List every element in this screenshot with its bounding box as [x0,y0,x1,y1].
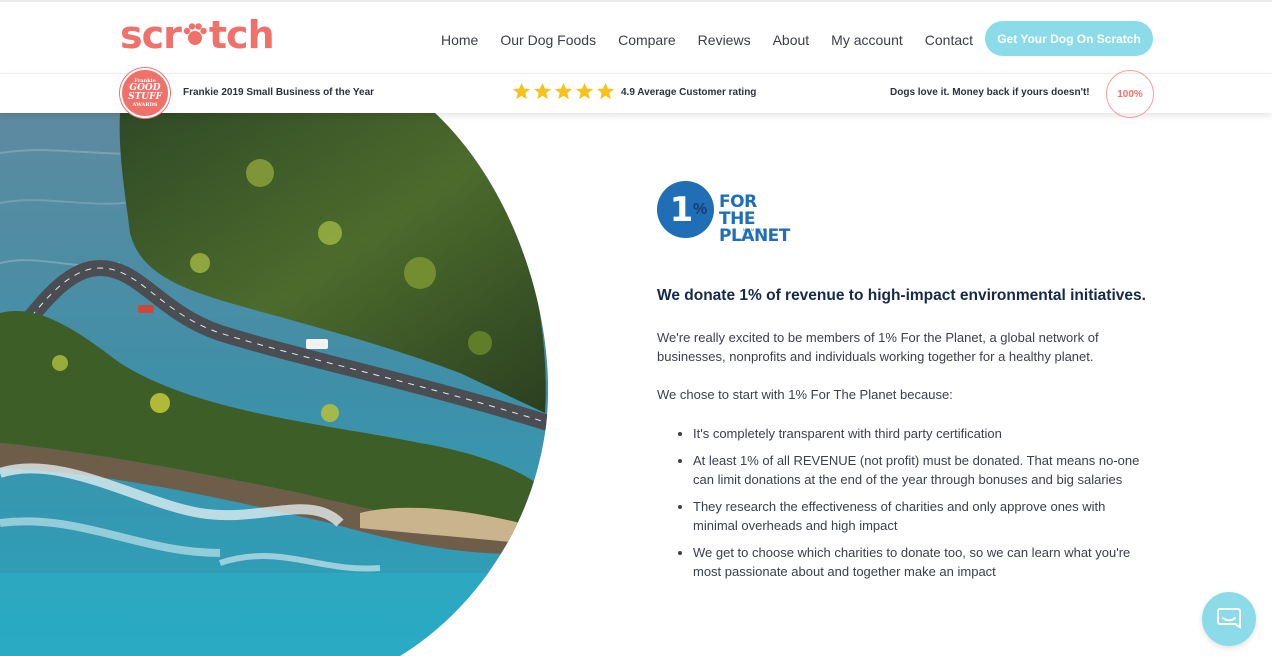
ofp-member: MEMBER [743,227,767,232]
nav-reviews[interactable]: Reviews [687,31,762,49]
section-headline: We donate 1% of revenue to high-impact e… [657,287,1146,304]
nav-compare[interactable]: Compare [607,31,687,49]
nav-contact[interactable]: Contact [914,31,984,49]
list-item: At least 1% of all REVENUE (not profit) … [657,451,1147,489]
intro-paragraph: We're really excited to be members of 1%… [657,330,1099,364]
one-percent-for-the-planet-logo: 1 % FOR THE PLANET MEMBER [657,181,797,245]
star-icon [575,82,594,100]
good-stuff-awards-badge: Frankie GOOD STUFF AWARDS [120,68,170,118]
ofp-number: 1 [669,189,694,230]
paw-icon [183,23,207,45]
star-icon [596,82,615,100]
nav-home[interactable]: Home [430,31,489,49]
guarantee-text: Dogs love it. Money back if yours doesn'… [890,87,1090,98]
reasons-list: It's completely transparent with third p… [657,424,1147,589]
list-item: It's completely transparent with third p… [657,424,1147,443]
ofp-percent: % [693,201,708,218]
money-back-guarantee-stamp: 100% [1106,70,1154,118]
logo-text-end: tch [208,13,275,57]
badge-line-4: AWARDS [132,102,158,108]
logo-text-start: scr [120,13,182,57]
scratch-logo[interactable]: scr tch [120,13,275,57]
ofp-line-1: FOR THE [719,192,757,229]
ofp-wordmark: FOR THE PLANET [719,194,797,245]
chat-launcher-button[interactable] [1202,592,1256,646]
list-item: They research the effectiveness of chari… [657,497,1147,535]
nav-about[interactable]: About [762,31,821,49]
site-header: scr tch Home Our Dog Foods Compare Revie… [0,0,1272,75]
chat-bubble-icon [1217,608,1241,629]
nav-my-account[interactable]: My account [820,31,914,49]
coastal-road-illustration [0,113,548,656]
hero-coastal-image [0,113,548,656]
main-nav: Home Our Dog Foods Compare Reviews About… [430,31,984,49]
award-text: Frankie 2019 Small Business of the Year [183,87,375,98]
list-item: We get to choose which charities to dona… [657,543,1147,581]
star-icon [533,82,552,100]
badge-line-3: STUFF [128,92,162,102]
star-icon [512,82,531,100]
stamp-text: 100% [1117,88,1143,100]
rating-text: 4.9 Average Customer rating [621,87,757,98]
rating-stars [512,82,615,101]
reason-paragraph: We chose to start with 1% For The Planet… [657,387,953,402]
nav-our-dog-foods[interactable]: Our Dog Foods [489,31,607,49]
star-icon [554,82,573,100]
get-your-dog-on-scratch-button[interactable]: Get Your Dog On Scratch [985,21,1153,56]
